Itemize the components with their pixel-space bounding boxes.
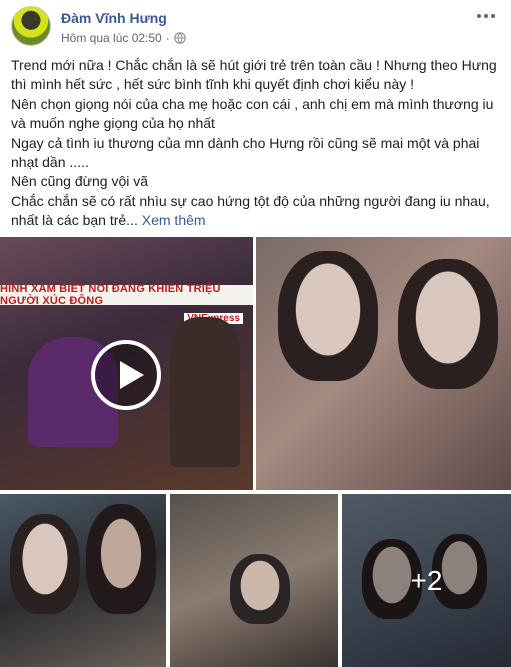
post-timestamp[interactable]: Hôm qua lúc 02:50 <box>61 31 162 45</box>
more-photos-overlay[interactable]: +2 <box>342 494 511 667</box>
post-body: Trend mới nữa ! Chắc chắn là sẽ hút giới… <box>11 56 505 231</box>
more-options-icon[interactable] <box>473 6 499 26</box>
play-icon[interactable] <box>91 340 161 410</box>
post-text-line: và muốn nghe giọng của họ nhất <box>11 115 215 132</box>
post-text-line: Ngay cả tình iu thương của mn dành cho H… <box>11 134 480 151</box>
photo-tattoo-portraits[interactable] <box>256 237 511 490</box>
post-text-line: Trend mới nữa ! Chắc chắn là sẽ hút giới… <box>11 57 497 73</box>
photo-tattoo-process[interactable] <box>170 494 338 667</box>
video-banner: HÌNH XĂM BIẾT NÓI ĐANG KHIẾN TRIỆU NGƯỜI… <box>0 283 253 307</box>
photo-tattoo-faces[interactable] <box>0 494 166 667</box>
globe-icon[interactable] <box>173 32 186 44</box>
post-text-tail: nhất là các bạn trẻ... <box>11 212 138 229</box>
video-scene-person <box>170 317 240 467</box>
post-text-line: Chắc chắn sẽ có rất nhìu sự cao hứng tột… <box>11 192 490 209</box>
post-text-line: Nên cũng đừng vội vã <box>11 173 149 190</box>
author-name[interactable]: Đàm Vĩnh Hưng <box>61 10 167 26</box>
author-avatar[interactable] <box>11 6 51 46</box>
post-meta: Hôm qua lúc 02:50 · <box>61 31 186 45</box>
post-header: Đàm Vĩnh Hưng Hôm qua lúc 02:50 · <box>0 0 511 52</box>
post-text-line-last: nhất là các bạn trẻ... Xem thêm <box>11 211 505 230</box>
video-banner-text: HÌNH XĂM BIẾT NÓI ĐANG KHIẾN TRIỆU NGƯỜI… <box>0 283 221 307</box>
video-thumbnail[interactable]: HÌNH XĂM BIẾT NÓI ĐANG KHIẾN TRIỆU NGƯỜI… <box>0 237 253 490</box>
tattoo-portrait <box>10 514 80 614</box>
tattoo-portrait <box>86 504 156 614</box>
media-grid: HÌNH XĂM BIẾT NÓI ĐANG KHIẾN TRIỆU NGƯỜI… <box>0 237 511 667</box>
photo-tattoo-more[interactable]: +2 <box>342 494 511 667</box>
separator-dot: · <box>165 31 170 45</box>
tattoo-portrait <box>278 251 378 381</box>
see-more-link[interactable]: Xem thêm <box>142 212 206 228</box>
tattoo-portrait <box>398 259 498 389</box>
more-photos-count: +2 <box>410 564 443 596</box>
post-text-line: thì mình hết sức , hết sức bình tĩnh khi… <box>11 76 415 93</box>
post-text-line: Nên chọn giọng nói của cha mẹ hoặc con c… <box>11 95 494 112</box>
tattoo-portrait <box>230 554 290 624</box>
post-text-line: nhạt dần ..... <box>11 154 89 171</box>
